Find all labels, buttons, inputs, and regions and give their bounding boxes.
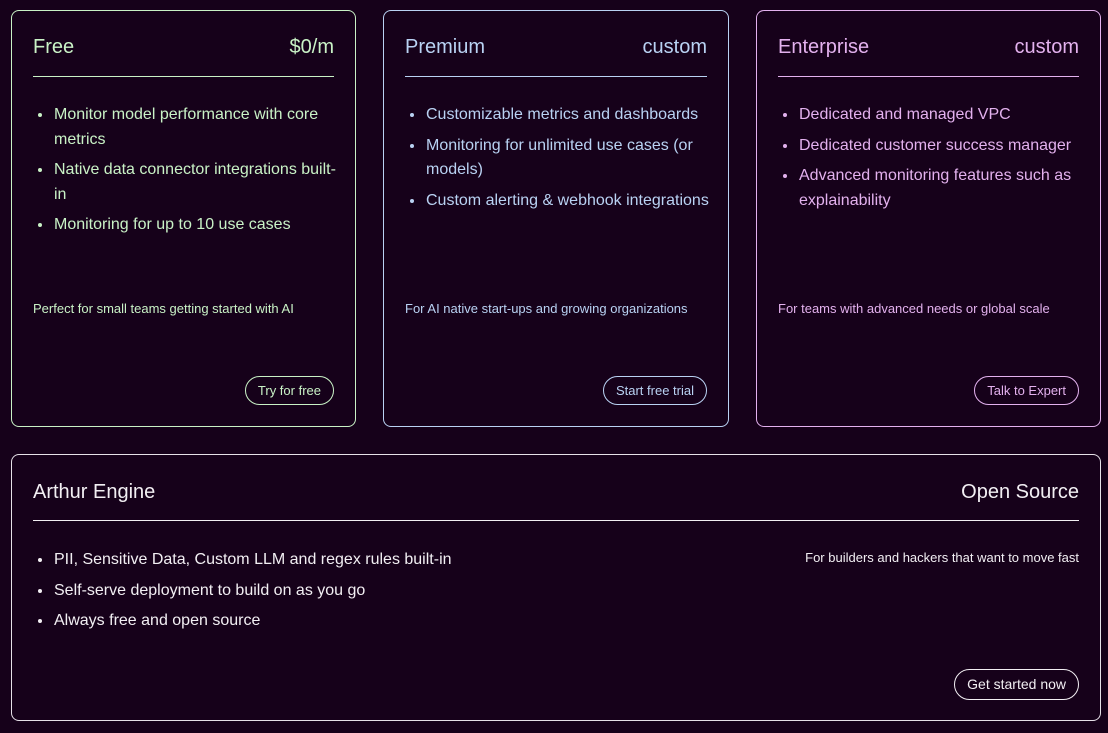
feature-item: Monitoring for up to 10 use cases <box>53 213 337 238</box>
feature-item: Customizable metrics and dashboards <box>425 103 710 128</box>
plan-header: Enterprise custom <box>778 35 1079 77</box>
feature-list: Customizable metrics and dashboards Moni… <box>405 103 710 219</box>
feature-list: Monitor model performance with core metr… <box>33 103 337 244</box>
try-for-free-button[interactable]: Try for free <box>244 376 334 405</box>
plan-name: Premium <box>405 36 486 58</box>
feature-item: Dedicated and managed VPC <box>798 103 1082 128</box>
feature-item: Custom alerting & webhook integrations <box>425 189 710 214</box>
plan-name: Arthur Engine <box>33 481 156 503</box>
plan-tagline: For AI native start-ups and growing orga… <box>405 301 688 316</box>
plan-card-enterprise: Enterprise custom Dedicated and managed … <box>756 10 1101 427</box>
plan-header: Arthur Engine Open Source <box>33 480 1079 521</box>
feature-item: Dedicated customer success manager <box>798 134 1082 159</box>
feature-item: Monitoring for unlimited use cases (or m… <box>425 134 710 183</box>
feature-list: Dedicated and managed VPC Dedicated cust… <box>778 103 1082 219</box>
feature-item: Monitor model performance with core metr… <box>53 103 337 152</box>
plan-tagline: For builders and hackers that want to mo… <box>805 550 1079 565</box>
plan-price: custom <box>1014 36 1079 58</box>
plan-price: $0/m <box>289 36 334 58</box>
feature-item: Self-serve deployment to build on as you… <box>53 579 533 604</box>
plan-name: Free <box>33 36 75 58</box>
plan-tagline: Perfect for small teams getting started … <box>33 301 294 316</box>
feature-item: Always free and open source <box>53 609 533 634</box>
plan-card-premium: Premium custom Customizable metrics and … <box>383 10 729 427</box>
pricing-page: Free $0/m Monitor model performance with… <box>0 0 1108 733</box>
talk-to-expert-button[interactable]: Talk to Expert <box>974 376 1079 405</box>
feature-item: Native data connector integrations built… <box>53 158 337 207</box>
get-started-now-button[interactable]: Get started now <box>954 669 1079 700</box>
plan-card-free: Free $0/m Monitor model performance with… <box>11 10 356 427</box>
plan-price: custom <box>642 36 707 58</box>
feature-list: PII, Sensitive Data, Custom LLM and rege… <box>33 548 533 640</box>
plan-price: Open Source <box>961 481 1079 503</box>
plan-tagline: For teams with advanced needs or global … <box>778 301 1050 316</box>
plan-name: Enterprise <box>778 36 870 58</box>
plan-header: Free $0/m <box>33 35 334 77</box>
plan-card-arthur-engine: Arthur Engine Open Source PII, Sensitive… <box>11 454 1101 721</box>
feature-item: Advanced monitoring features such as exp… <box>798 164 1082 213</box>
plan-header: Premium custom <box>405 35 707 77</box>
feature-item: PII, Sensitive Data, Custom LLM and rege… <box>53 548 533 573</box>
start-free-trial-button[interactable]: Start free trial <box>602 376 707 405</box>
